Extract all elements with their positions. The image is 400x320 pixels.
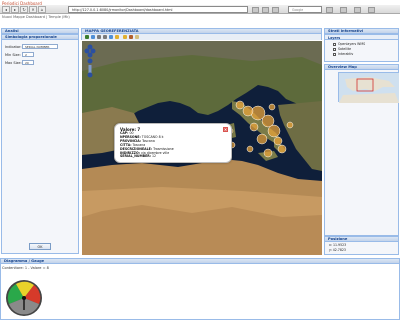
- forward-button[interactable]: ▸: [11, 6, 19, 13]
- feature-popup: × Valore: 7 CAP: 00 NPERSONE: TOSCANO 8 …: [114, 123, 232, 163]
- zoom-slider[interactable]: [88, 65, 92, 73]
- popup-row: SERIAL_NUMBER: 12: [120, 154, 226, 159]
- stop-button[interactable]: ✕: [29, 6, 37, 13]
- layers-panel: Openlayers WMS Satellite Interaktiv: [324, 40, 399, 62]
- overview-map[interactable]: [338, 72, 399, 103]
- max-size-label: Max Size:: [5, 61, 22, 65]
- app-subtitle: Nuovi Mappe Dashboard | Temple (Mk): [2, 15, 70, 19]
- position-panel: x: 11.9523 y: 42.7823: [324, 242, 399, 255]
- layer-checkbox[interactable]: [333, 47, 336, 51]
- position-y: y: 42.7823: [329, 248, 346, 252]
- browser-toolbar: ◂ ▸ ↻ ✕ ⌂ http://127.0.0.1:8080/jrmonito…: [0, 5, 400, 14]
- print-map-icon[interactable]: [135, 35, 139, 39]
- layer-item[interactable]: Openlayers WMS: [333, 42, 365, 47]
- home-button[interactable]: ⌂: [38, 6, 46, 13]
- help-icon[interactable]: [368, 7, 375, 13]
- close-icon[interactable]: ×: [223, 127, 228, 132]
- search-input[interactable]: Google: [288, 6, 322, 13]
- zoom-minus-icon[interactable]: [87, 72, 93, 78]
- tools-icon[interactable]: [272, 7, 279, 13]
- page-icon[interactable]: [326, 7, 333, 13]
- pan-left-icon[interactable]: [84, 48, 90, 54]
- zoom-plus-icon[interactable]: [87, 58, 93, 64]
- left-panel: Indicator: SERIAL NUMBER Min Size: 2 Max…: [1, 40, 79, 254]
- address-bar[interactable]: http://127.0.0.1:8080/jrmonitor/Dashboar…: [68, 6, 248, 13]
- zoom-box-icon[interactable]: [103, 35, 107, 39]
- ok-button[interactable]: OK: [29, 243, 51, 250]
- pan-down-icon[interactable]: [87, 52, 93, 58]
- print-icon[interactable]: [340, 7, 347, 13]
- map-toolbar: [81, 34, 322, 40]
- layer-label: Openlayers WMS: [338, 42, 366, 46]
- position-x: x: 11.9523: [329, 243, 347, 247]
- map-marker[interactable]: [249, 122, 259, 132]
- map-marker[interactable]: [256, 133, 268, 145]
- bottom-panel: [0, 264, 400, 320]
- pan-up-icon[interactable]: [87, 44, 93, 50]
- min-size-input[interactable]: 2: [22, 52, 34, 57]
- map-marker[interactable]: [267, 124, 281, 138]
- layer-label: Satellite: [338, 47, 352, 51]
- map-marker[interactable]: [286, 121, 294, 129]
- feed-icon[interactable]: [262, 7, 269, 13]
- gauge-pivot: [22, 296, 26, 300]
- map-marker[interactable]: [268, 103, 276, 111]
- forward-icon[interactable]: [115, 35, 119, 39]
- layer-label: Interaktiv: [338, 52, 354, 56]
- indicator-select[interactable]: SERIAL NUMBER: [22, 44, 58, 49]
- reload-button[interactable]: ↻: [20, 6, 28, 13]
- map-marker[interactable]: [235, 100, 245, 110]
- min-size-label: Min Size:: [5, 53, 21, 57]
- measure-icon[interactable]: [129, 35, 133, 39]
- info-icon[interactable]: [123, 35, 127, 39]
- layer-item[interactable]: Satellite: [333, 47, 351, 52]
- map-marker[interactable]: [246, 145, 254, 153]
- zoom-in-icon[interactable]: [85, 35, 89, 39]
- max-size-input[interactable]: 20: [22, 60, 34, 65]
- pan-icon[interactable]: [97, 35, 101, 39]
- popup-value: 12: [152, 154, 157, 159]
- map-marker[interactable]: [277, 144, 287, 154]
- back-icon[interactable]: [109, 35, 113, 39]
- bookmark-icon[interactable]: [252, 7, 259, 13]
- zoom-out-icon[interactable]: [91, 35, 95, 39]
- back-button[interactable]: ◂: [2, 6, 10, 13]
- map-marker[interactable]: [242, 105, 254, 117]
- popup-key: SERIAL_NUMBER:: [120, 154, 151, 159]
- gauge-caption: Contenitore: 1 - Valore = 8: [2, 266, 49, 270]
- gauge-canvas: [6, 280, 42, 316]
- settings-icon[interactable]: [354, 7, 361, 13]
- pan-right-icon[interactable]: [90, 48, 96, 54]
- map-marker[interactable]: [273, 136, 283, 146]
- layer-checkbox[interactable]: [333, 42, 336, 46]
- layer-checkbox[interactable]: [333, 52, 336, 56]
- gauge: [4, 278, 44, 318]
- overview-canvas[interactable]: [339, 73, 399, 103]
- map-marker[interactable]: [263, 148, 273, 158]
- indicator-label: Indicator:: [5, 45, 22, 49]
- layer-item[interactable]: Interaktiv: [333, 52, 353, 57]
